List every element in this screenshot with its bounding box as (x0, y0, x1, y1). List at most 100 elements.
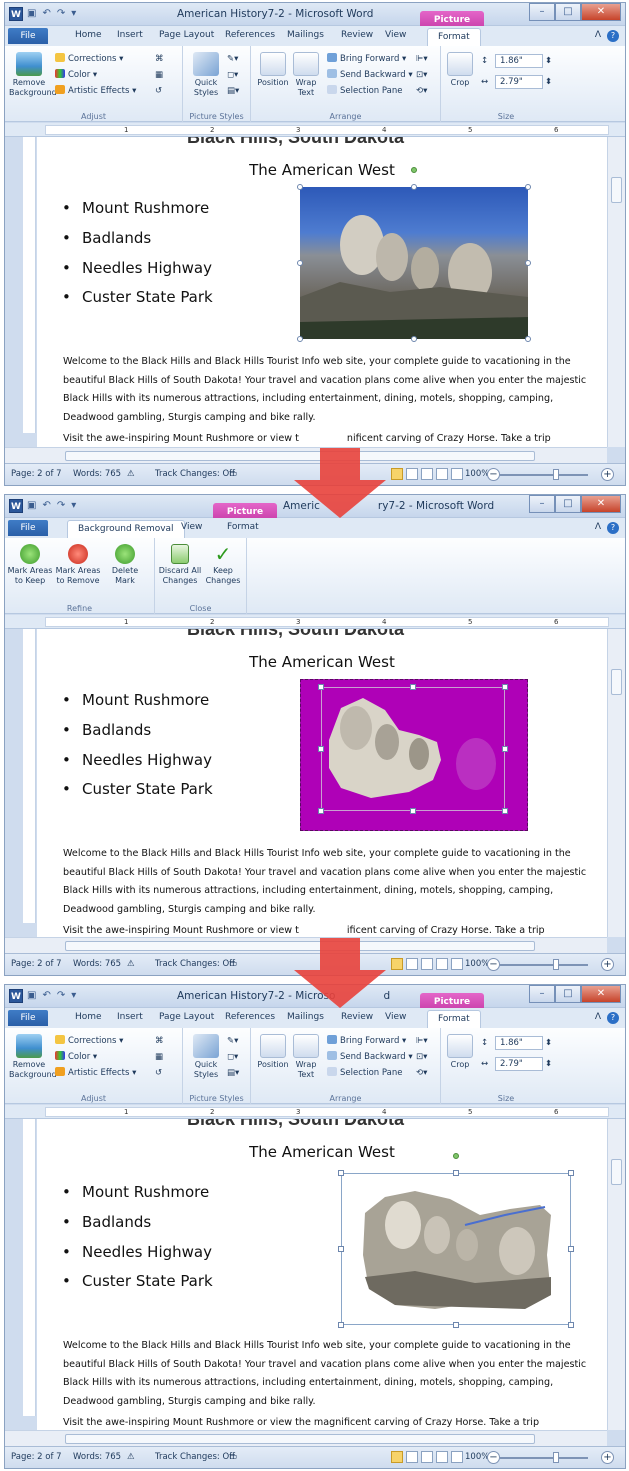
resize-handle[interactable] (453, 1322, 459, 1328)
save-icon[interactable]: ▣ (27, 988, 36, 1004)
tab-review[interactable]: Review (341, 1012, 373, 1022)
close-icon[interactable]: ✕ (581, 495, 621, 513)
help-icon[interactable]: ? (607, 30, 619, 42)
compress-pictures-icon[interactable]: ⌘ (155, 53, 164, 65)
artistic-effects-button[interactable]: Artistic Effects ▾ (55, 1067, 136, 1079)
customize-qat-icon[interactable]: ▾ (71, 988, 76, 1004)
resize-handle[interactable] (525, 260, 531, 266)
web-layout-icon[interactable] (421, 958, 433, 970)
scroll-thumb[interactable] (611, 177, 622, 203)
crop-button[interactable]: Crop (445, 52, 475, 88)
redo-icon[interactable]: ↷ (57, 498, 65, 514)
vertical-scrollbar[interactable] (607, 137, 625, 447)
page-count[interactable]: Page: 2 of 7 (11, 959, 62, 969)
tab-mailings[interactable]: Mailings (287, 30, 324, 40)
zoom-slider-knob[interactable] (553, 1452, 559, 1463)
resize-handle[interactable] (568, 1170, 574, 1176)
zoom-slider-knob[interactable] (553, 469, 559, 480)
tab-references[interactable]: References (225, 30, 275, 40)
page-count[interactable]: Page: 2 of 7 (11, 469, 62, 479)
align-icon[interactable]: ⊫▾ (416, 1035, 428, 1047)
proofing-icon[interactable]: ⚠ (127, 959, 135, 969)
mount-rushmore-cutout[interactable] (355, 1185, 555, 1313)
print-layout-icon[interactable] (391, 958, 403, 970)
zoom-in-icon[interactable]: + (601, 1451, 614, 1464)
discard-all-changes-button[interactable]: Discard All Changes (157, 544, 203, 586)
customize-qat-icon[interactable]: ▾ (71, 6, 76, 22)
mount-rushmore-photo[interactable] (300, 187, 528, 339)
tab-format[interactable]: Format (227, 522, 259, 532)
document-page[interactable]: Black Hills, South Dakota The American W… (37, 1119, 607, 1430)
zoom-level[interactable]: 100% (465, 469, 489, 479)
corrections-button[interactable]: Corrections ▾ (55, 53, 123, 65)
maximize-icon[interactable]: □ (555, 495, 581, 513)
full-screen-icon[interactable] (406, 958, 418, 970)
maximize-icon[interactable]: □ (555, 985, 581, 1003)
tab-file[interactable]: File (8, 520, 48, 536)
align-icon[interactable]: ⊫▾ (416, 53, 428, 65)
tab-insert[interactable]: Insert (117, 30, 143, 40)
zoom-slider[interactable] (500, 1457, 588, 1459)
group-icon[interactable]: ⊡▾ (416, 69, 427, 81)
tab-references[interactable]: References (225, 1012, 275, 1022)
maximize-icon[interactable]: □ (555, 3, 581, 21)
save-icon[interactable]: ▣ (27, 6, 36, 22)
save-icon[interactable]: ▣ (27, 498, 36, 514)
color-button[interactable]: Color ▾ (55, 1051, 97, 1063)
zoom-level[interactable]: 100% (465, 959, 489, 969)
collapse-ribbon-icon[interactable]: ᐱ (595, 522, 601, 534)
horizontal-scrollbar[interactable] (5, 1430, 607, 1446)
picture-effects-icon[interactable]: ◻▾ (227, 69, 238, 81)
zoom-out-icon[interactable]: − (487, 1451, 500, 1464)
undo-icon[interactable]: ↶ (42, 498, 50, 514)
tab-insert[interactable]: Insert (117, 1012, 143, 1022)
track-changes-status[interactable]: Track Changes: Off (155, 1452, 235, 1462)
redo-icon[interactable]: ↷ (57, 6, 65, 22)
draft-icon[interactable] (451, 1451, 463, 1463)
resize-handle[interactable] (411, 184, 417, 190)
word-app-icon[interactable]: W (9, 989, 23, 1003)
vertical-ruler[interactable] (23, 1119, 36, 1416)
marquee-handle[interactable] (318, 684, 324, 690)
draft-icon[interactable] (451, 468, 463, 480)
height-spinner-icon[interactable]: ⬍ (545, 55, 552, 67)
web-layout-icon[interactable] (421, 468, 433, 480)
rotate-icon[interactable]: ⟲▾ (416, 1067, 427, 1079)
resize-handle[interactable] (297, 336, 303, 342)
vertical-ruler[interactable] (23, 629, 36, 923)
mark-areas-to-keep-button[interactable]: Mark Areas to Keep (7, 544, 53, 586)
width-field[interactable]: 2.79" (495, 1057, 543, 1071)
proofing-icon[interactable]: ⚠ (127, 1452, 135, 1462)
rotate-handle[interactable] (411, 167, 417, 173)
selection-pane-button[interactable]: Selection Pane (327, 85, 402, 97)
document-page[interactable]: Black Hills, South Dakota The American W… (37, 137, 607, 447)
picture-border-icon[interactable]: ✎▾ (227, 53, 238, 65)
resize-handle[interactable] (525, 184, 531, 190)
scroll-thumb[interactable] (65, 1434, 535, 1444)
scroll-thumb[interactable] (611, 669, 622, 695)
collapse-ribbon-icon[interactable]: ᐱ (595, 1012, 601, 1024)
vertical-ruler[interactable] (23, 137, 36, 433)
minimize-icon[interactable]: – (529, 3, 555, 21)
wrap-text-button[interactable]: Wrap Text (291, 1034, 321, 1080)
track-changes-status[interactable]: Track Changes: Off (155, 469, 235, 479)
artistic-effects-button[interactable]: Artistic Effects ▾ (55, 85, 136, 97)
tab-home[interactable]: Home (75, 1012, 102, 1022)
zoom-slider[interactable] (500, 474, 588, 476)
macro-icon[interactable]: ▭ (229, 469, 237, 479)
outline-icon[interactable] (436, 1451, 448, 1463)
macro-icon[interactable]: ▭ (229, 1452, 237, 1462)
tab-view[interactable]: View (385, 1012, 406, 1022)
marquee-handle[interactable] (318, 746, 324, 752)
page-count[interactable]: Page: 2 of 7 (11, 1452, 62, 1462)
tab-home[interactable]: Home (75, 30, 102, 40)
word-count[interactable]: Words: 765 (73, 1452, 121, 1462)
undo-icon[interactable]: ↶ (42, 6, 50, 22)
change-picture-icon[interactable]: ▦ (155, 69, 163, 81)
draft-icon[interactable] (451, 958, 463, 970)
minimize-icon[interactable]: – (529, 495, 555, 513)
marquee-handle[interactable] (318, 808, 324, 814)
close-icon[interactable]: ✕ (581, 985, 621, 1003)
keep-changes-button[interactable]: ✓ Keep Changes (203, 544, 243, 586)
picture-layout-icon[interactable]: ▤▾ (227, 85, 239, 97)
